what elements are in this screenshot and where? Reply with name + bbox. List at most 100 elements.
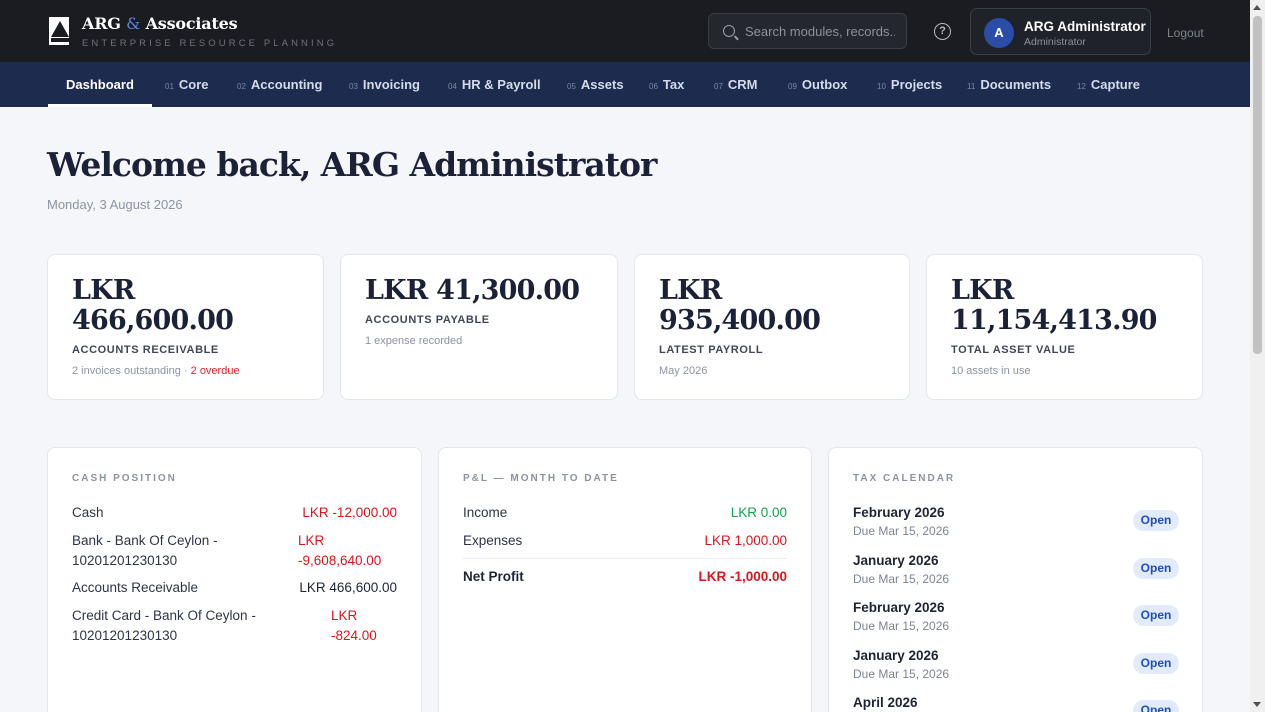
account-balance: LKR -12,000.00 xyxy=(302,505,397,520)
overdue-count: 2 overdue xyxy=(190,365,240,377)
tab-number: 09 xyxy=(788,82,797,91)
tab-label: Accounting xyxy=(250,77,323,92)
tab-documents[interactable]: 11 Documents xyxy=(967,62,1051,107)
account-name: Accounts Receivable xyxy=(72,580,199,595)
tab-label: Assets xyxy=(580,77,624,92)
net-profit-value: LKR -1,000.00 xyxy=(698,569,787,584)
stat-card-receivable[interactable]: LKR 466,600.00 ACCOUNTS RECEIVABLE 2 invo… xyxy=(47,254,324,400)
help-icon[interactable]: ? xyxy=(934,23,951,40)
tab-number: 10 xyxy=(877,82,886,91)
account-name: Bank - Bank Of Ceylon -10201201230130 xyxy=(72,533,218,568)
account-balance: LKR 466,600.00 xyxy=(299,580,397,595)
tax-due-date: Due Mar 15, 2026 xyxy=(853,667,950,681)
tab-label: Dashboard xyxy=(66,77,134,92)
stat-subtext: May 2026 xyxy=(659,365,708,377)
stat-label: LATEST PAYROLL xyxy=(659,344,764,356)
tab-invoicing[interactable]: 03 Invoicing xyxy=(349,62,420,107)
status-badge: Open xyxy=(1133,510,1179,531)
panel-title: CASH POSITION xyxy=(72,473,177,484)
tax-due-date: Due Mar 15, 2026 xyxy=(853,619,950,633)
brand-subtitle: ENTERPRISE RESOURCE PLANNING xyxy=(82,38,338,49)
status-badge: Open xyxy=(1133,605,1179,626)
tab-number: 11 xyxy=(967,82,976,91)
brand-part2: Associates xyxy=(145,14,238,33)
stat-subtext: 1 expense recorded xyxy=(365,335,463,347)
tab-number: 07 xyxy=(714,82,723,91)
expenses-value: LKR 1,000.00 xyxy=(704,533,787,548)
search-icon xyxy=(723,25,735,37)
stat-value: LKR 41,300.00 xyxy=(365,275,580,306)
avatar: A xyxy=(984,18,1014,48)
tax-due-date: Due Mar 15, 2026 xyxy=(853,572,950,586)
tax-due-date: Due Mar 15, 2026 xyxy=(853,524,950,538)
tab-number: 06 xyxy=(649,82,658,91)
user-role: Administrator xyxy=(1024,36,1086,48)
tab-label: CRM xyxy=(727,77,758,92)
logout-link[interactable]: Logout xyxy=(1167,26,1204,40)
panel-title: TAX CALENDAR xyxy=(853,473,956,484)
stat-card-payroll[interactable]: LKR 935,400.00 LATEST PAYROLL May 2026 xyxy=(634,254,910,400)
module-nav: Dashboard 01 Core 02 Accounting 03 Invoicin… xyxy=(0,62,1250,107)
scroll-up-icon[interactable] xyxy=(1253,5,1261,10)
brand-part1: ARG xyxy=(82,14,121,33)
tab-label: Documents xyxy=(980,77,1052,92)
account-name: Cash xyxy=(72,505,104,520)
tab-projects[interactable]: 10 Projects xyxy=(877,62,942,107)
tab-accounting[interactable]: 02 Accounting xyxy=(237,62,322,107)
brand-ampersand: & xyxy=(126,14,141,33)
user-menu[interactable]: A ARG Administrator Administrator xyxy=(970,8,1151,55)
income-value: LKR 0.00 xyxy=(730,505,787,520)
panel-title: P&L — MONTH TO DATE xyxy=(463,473,619,484)
tab-label: HR & Payroll xyxy=(461,77,541,92)
current-date: Monday, 3 August 2026 xyxy=(47,197,183,212)
stat-label: ACCOUNTS PAYABLE xyxy=(365,314,490,326)
page-scrollbar[interactable] xyxy=(1250,0,1265,712)
expenses-label: Expenses xyxy=(463,533,523,548)
tab-label: Outbox xyxy=(801,77,848,92)
account-name: Credit Card - Bank Of Ceylon -1020120123… xyxy=(72,608,256,643)
tab-crm[interactable]: 07 CRM xyxy=(714,62,758,107)
tab-outbox[interactable]: 09 Outbox xyxy=(788,62,847,107)
cash-position-panel: CASH POSITION Cash LKR -12,000.00 Bank -… xyxy=(47,447,422,712)
global-search[interactable] xyxy=(708,13,907,49)
company-logo[interactable] xyxy=(47,15,71,47)
tab-assets[interactable]: 05 Assets xyxy=(567,62,624,107)
pnl-panel: P&L — MONTH TO DATE Income LKR 0.00 Expe… xyxy=(438,447,812,712)
account-balance: LKR -9,608,640.00 xyxy=(298,533,382,568)
tab-dashboard[interactable]: Dashboard xyxy=(48,62,152,107)
tab-number: 03 xyxy=(349,82,358,91)
tab-number: 04 xyxy=(448,82,457,91)
tab-tax[interactable]: 06 Tax xyxy=(649,62,684,107)
divider xyxy=(463,558,787,559)
stat-card-payable[interactable]: LKR 41,300.00 ACCOUNTS PAYABLE 1 expense… xyxy=(340,254,618,400)
tax-period[interactable]: April 2026 xyxy=(853,695,918,710)
status-badge: Open xyxy=(1133,700,1179,712)
tab-label: Projects xyxy=(890,77,943,92)
tab-hr-payroll[interactable]: 04 HR & Payroll xyxy=(448,62,541,107)
scroll-thumb[interactable] xyxy=(1253,16,1262,354)
stat-value: LKR 466,600.00 xyxy=(72,275,234,336)
brand-name[interactable]: ARG & Associates xyxy=(82,14,238,33)
tax-period[interactable]: February 2026 xyxy=(853,505,945,520)
stat-label: TOTAL ASSET VALUE xyxy=(951,344,1076,356)
tax-period[interactable]: January 2026 xyxy=(853,553,939,568)
stat-value: LKR 11,154,413.90 xyxy=(951,275,1157,336)
search-input[interactable] xyxy=(745,23,895,39)
tab-label: Core xyxy=(178,77,209,92)
income-label: Income xyxy=(463,505,508,520)
status-badge: Open xyxy=(1133,558,1179,579)
tab-number: 12 xyxy=(1077,82,1086,91)
tab-number: 01 xyxy=(165,82,174,91)
tab-label: Tax xyxy=(662,77,685,92)
tax-calendar-panel: TAX CALENDAR February 2026 Due Mar 15, 2… xyxy=(828,447,1203,712)
stat-card-assets[interactable]: LKR 11,154,413.90 TOTAL ASSET VALUE 10 as… xyxy=(926,254,1203,400)
tab-capture[interactable]: 12 Capture xyxy=(1077,62,1140,107)
tax-period[interactable]: January 2026 xyxy=(853,648,939,663)
tax-period[interactable]: February 2026 xyxy=(853,600,945,615)
tab-label: Invoicing xyxy=(362,77,420,92)
page-title: Welcome back, ARG Administrator xyxy=(47,145,657,184)
stat-label: ACCOUNTS RECEIVABLE xyxy=(72,344,219,356)
stat-subtext: 10 assets in use xyxy=(951,365,1031,377)
scroll-down-icon[interactable] xyxy=(1253,702,1261,707)
tab-core[interactable]: 01 Core xyxy=(165,62,209,107)
